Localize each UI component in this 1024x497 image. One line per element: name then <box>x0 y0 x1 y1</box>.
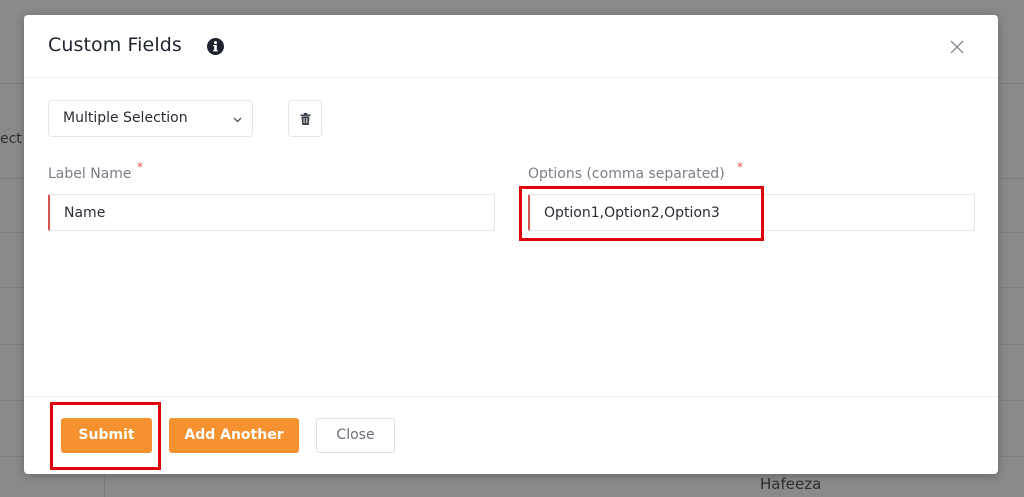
required-asterisk: * <box>737 160 743 174</box>
options-label: Options (comma separated) <box>528 166 725 182</box>
field-type-select[interactable]: Multiple Selection <box>48 100 253 137</box>
background-name-cell: Hafeeza <box>760 475 822 493</box>
background-cut-text: ect <box>0 131 22 147</box>
field-type-selected: Multiple Selection <box>63 110 188 126</box>
required-asterisk: * <box>137 160 143 174</box>
submit-button[interactable]: Submit <box>61 418 152 453</box>
info-circle-icon[interactable] <box>207 38 224 55</box>
custom-fields-modal: Custom Fields Multiple Selection Label N… <box>24 15 998 474</box>
modal-header: Custom Fields <box>24 15 998 78</box>
close-button[interactable]: Close <box>316 418 395 453</box>
modal-footer: Submit Add Another Close <box>24 396 998 474</box>
options-input[interactable] <box>528 194 975 231</box>
chevron-down-icon <box>233 117 242 123</box>
delete-field-button[interactable] <box>288 100 322 137</box>
background-column-divider <box>104 470 105 497</box>
label-name-label: Label Name <box>48 166 132 182</box>
close-icon[interactable] <box>948 38 966 56</box>
trash-icon <box>300 113 311 125</box>
label-name-input[interactable] <box>48 194 495 231</box>
add-another-button[interactable]: Add Another <box>169 418 299 453</box>
modal-title: Custom Fields <box>48 34 182 56</box>
